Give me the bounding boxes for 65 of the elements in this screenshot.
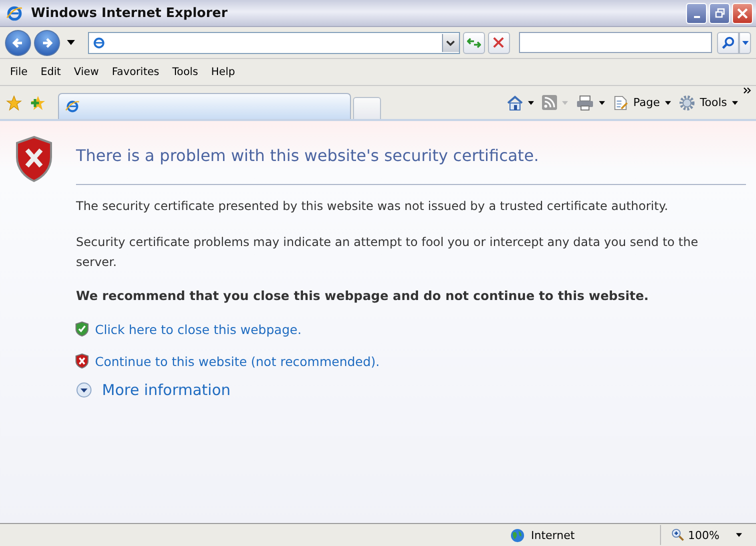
window-title: Windows Internet Explorer <box>31 6 229 20</box>
printer-icon <box>576 94 594 110</box>
caret-icon <box>664 100 671 104</box>
gear-icon <box>678 94 695 110</box>
address-field[interactable] <box>88 32 460 54</box>
back-button[interactable] <box>5 30 31 56</box>
feed-icon <box>542 95 558 110</box>
caret-icon <box>562 100 568 104</box>
page-heading: There is a problem with this website's security certificate. <box>76 146 540 165</box>
star-icon[interactable] <box>6 95 22 111</box>
caret-icon <box>599 100 606 104</box>
document-pencil-icon <box>613 94 628 110</box>
home-icon <box>507 94 524 110</box>
close-icon <box>737 8 748 18</box>
tools-menu-button[interactable]: Tools <box>678 94 738 110</box>
zoom-in-icon <box>671 528 685 542</box>
caret-icon <box>742 40 749 44</box>
dropdown-button[interactable] <box>442 34 459 52</box>
forward-button[interactable] <box>34 30 60 56</box>
feed-button[interactable] <box>542 95 568 110</box>
shield-error-icon <box>75 353 89 369</box>
browser-logo-icon <box>65 99 80 114</box>
recommendation-text: We recommend that you close this webpage and do not continue to this website. <box>76 288 650 303</box>
search-field[interactable] <box>518 32 712 53</box>
cross-icon <box>493 37 504 48</box>
page-icon <box>92 36 106 50</box>
caret-icon[interactable] <box>66 40 75 45</box>
expand-icon[interactable] <box>76 382 92 398</box>
restore-icon <box>714 8 724 18</box>
search-options-button[interactable] <box>739 32 751 54</box>
shield-error-icon <box>14 135 54 183</box>
restore-button[interactable] <box>709 2 730 24</box>
shield-check-icon <box>75 321 89 337</box>
menu-item[interactable]: View <box>68 66 106 78</box>
menu-item[interactable]: Edit <box>34 66 68 78</box>
minimize-button[interactable] <box>686 2 707 24</box>
caret-icon <box>732 100 738 104</box>
refresh-button[interactable] <box>462 32 485 54</box>
browser-logo-icon <box>6 4 23 22</box>
search-button[interactable] <box>717 32 740 54</box>
menu-item[interactable]: Tools <box>166 66 206 78</box>
paragraph: The security certificate presented by this website was not issued by a trusted certificate authority. <box>76 198 670 215</box>
action-link[interactable]: Continue to this website (not recommended). <box>95 354 380 368</box>
chevron-icon[interactable] <box>743 87 752 94</box>
globe-icon <box>510 528 525 542</box>
caret-icon <box>736 533 742 537</box>
action-link[interactable]: Click here to close this webpage. <box>95 322 302 336</box>
zoom-button[interactable]: 100% <box>661 528 756 542</box>
more-information-link[interactable]: More information <box>102 381 231 399</box>
page-menu-button[interactable]: Page <box>613 94 671 110</box>
close-button[interactable] <box>732 2 753 24</box>
minimize-icon <box>694 16 700 18</box>
print-button[interactable] <box>576 94 606 110</box>
home-button[interactable] <box>507 94 534 110</box>
refresh-arrows-icon <box>466 36 481 50</box>
chevron-down-icon <box>446 40 456 46</box>
caret-icon <box>528 100 534 104</box>
add-favorite-icon[interactable] <box>30 95 46 111</box>
paragraph: Security certificate problems may indicate an attempt to fool you or intercept any data you send to the server. <box>76 234 700 271</box>
stop-button[interactable] <box>488 32 510 54</box>
search-icon <box>722 36 735 49</box>
menu-item[interactable]: File <box>4 66 35 78</box>
zone-label: Internet <box>531 528 575 542</box>
menu-item[interactable]: Favorites <box>106 66 166 78</box>
menu-item[interactable]: Help <box>205 66 242 78</box>
